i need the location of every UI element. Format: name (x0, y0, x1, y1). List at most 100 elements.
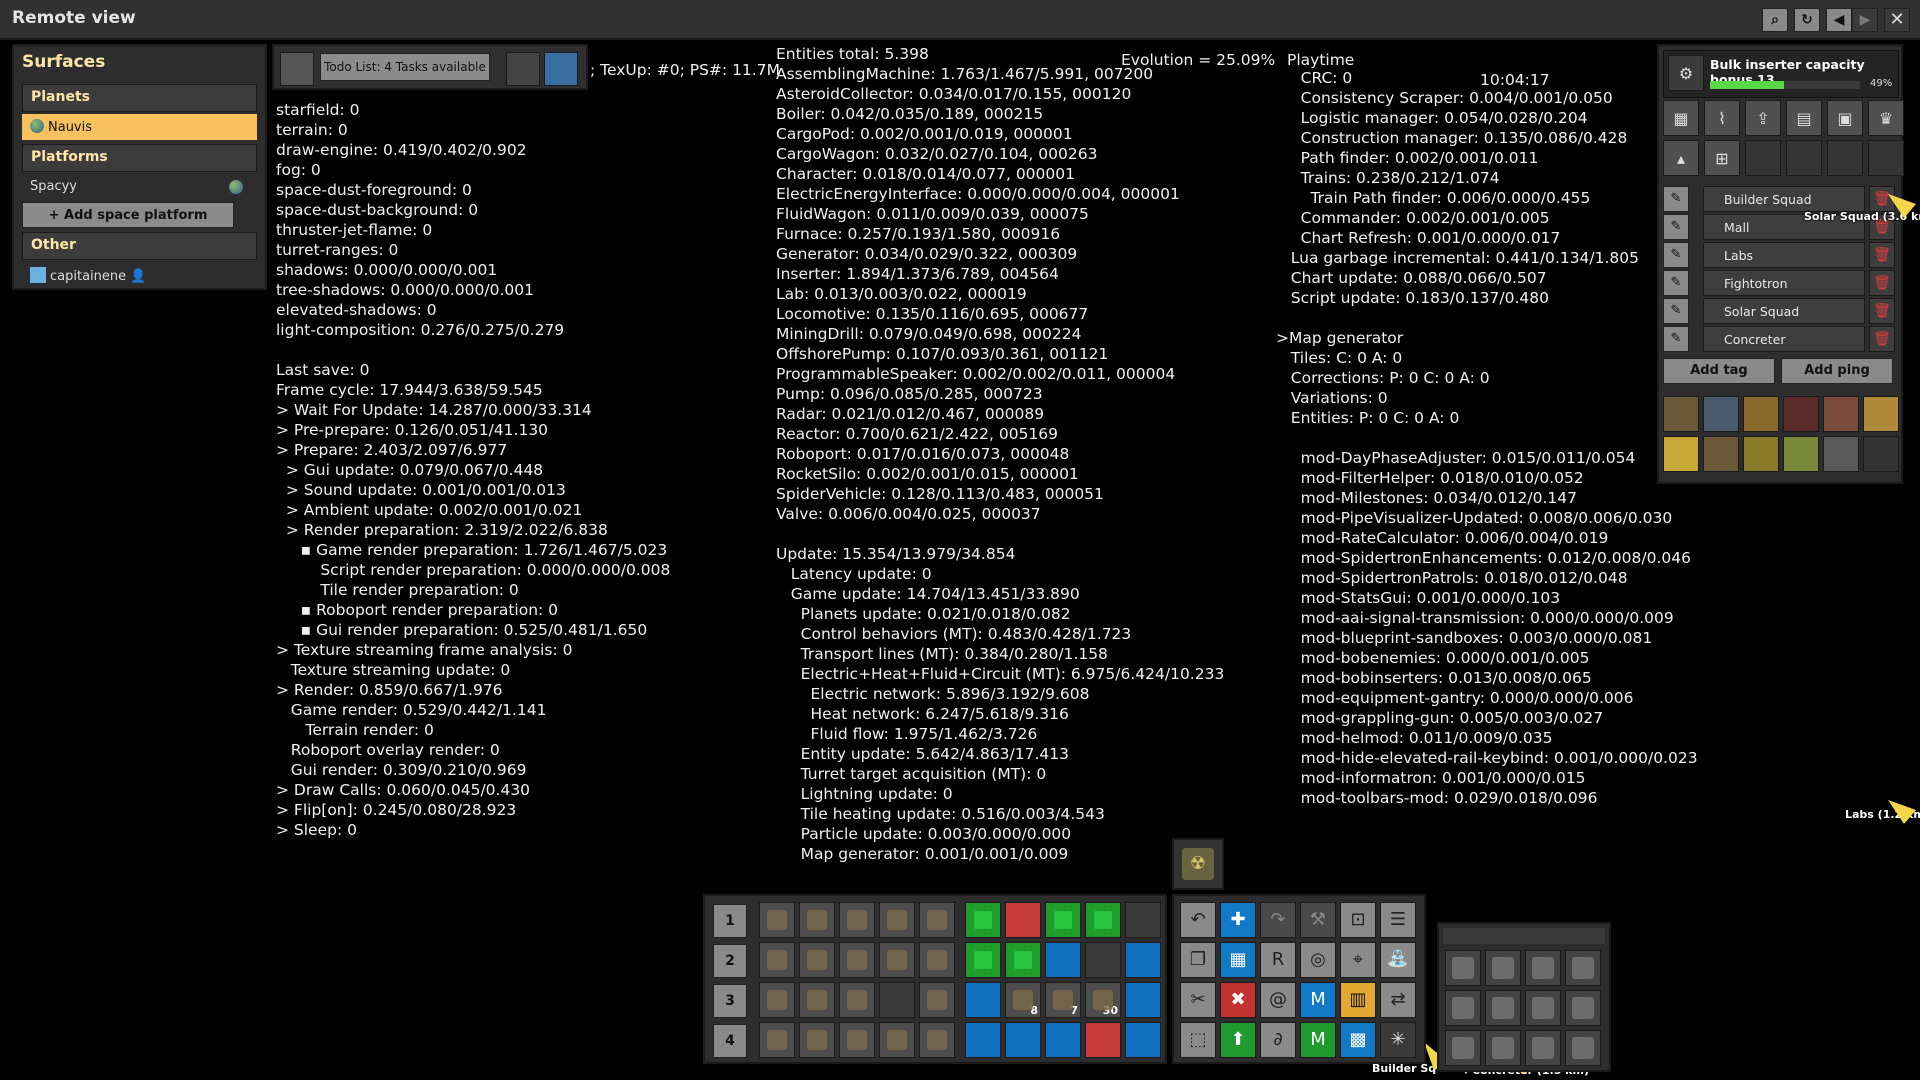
tag-label[interactable]: Solar Squad (1703, 298, 1865, 324)
quickbar-slot[interactable] (879, 982, 915, 1018)
quickbar-slot[interactable] (919, 902, 955, 938)
quickbar-slot[interactable] (799, 1022, 835, 1058)
quickbar-slot[interactable] (1125, 902, 1161, 938)
calculator-icon[interactable] (506, 52, 540, 86)
artillery-targeting-icon[interactable]: ⌖ (1340, 942, 1376, 978)
quickbar-slot[interactable] (759, 942, 795, 978)
graduation-cap-icon[interactable]: ▴ (1663, 140, 1699, 176)
network-icon[interactable]: ⊞ (1704, 140, 1740, 176)
quickbar-slot[interactable] (919, 982, 955, 1018)
pencil-icon[interactable]: ✎ (1663, 242, 1689, 268)
spidertron-icon[interactable] (1663, 396, 1699, 432)
list-icon[interactable]: ☰ (1380, 902, 1416, 938)
pencil-icon[interactable]: ✎ (1663, 186, 1689, 212)
scissors-icon[interactable]: ✂ (1180, 982, 1216, 1018)
map-icon[interactable]: ▦ (1663, 100, 1699, 136)
trash-icon[interactable]: 🗑 (1869, 242, 1895, 268)
inventory-slot[interactable] (1485, 950, 1521, 986)
quickbar-slot[interactable] (1085, 902, 1121, 938)
quickbar-slot[interactable]: 7 (1045, 982, 1081, 1018)
quickbar-slot[interactable] (1085, 1022, 1121, 1058)
quickbar-slot[interactable] (1045, 1022, 1081, 1058)
quickbar-slot[interactable] (1045, 902, 1081, 938)
copy-icon[interactable]: ❐ (1180, 942, 1216, 978)
trash-icon[interactable]: 🗑 (1869, 326, 1895, 352)
refresh-icon[interactable]: ↻ (1794, 8, 1820, 32)
trash-icon[interactable]: 🗑 (1869, 270, 1895, 296)
blueprint-book-icon[interactable]: ▦ (1220, 942, 1256, 978)
pencil-icon[interactable]: ✎ (1663, 214, 1689, 240)
quickbar-slot[interactable] (839, 1022, 875, 1058)
screenshot-icon[interactable]: ⊡ (1340, 902, 1376, 938)
inventory-slot[interactable] (1525, 1030, 1561, 1066)
swap-icon[interactable]: ⇄ (1380, 982, 1416, 1018)
quickbar-slot[interactable] (759, 902, 795, 938)
quickbar-slot[interactable] (879, 942, 915, 978)
add-ping-button[interactable]: Add ping (1781, 358, 1893, 384)
search-icon[interactable]: ⌕ (1762, 8, 1788, 32)
quickbar-slot[interactable] (965, 942, 1001, 978)
blueprint-icon[interactable]: ✚ (1220, 902, 1256, 938)
quickbar-row-3[interactable]: 3 (713, 984, 747, 1018)
close-icon[interactable]: ✕ (1884, 8, 1910, 32)
inventory-slot[interactable] (1485, 990, 1521, 1026)
rail-planner-icon[interactable]: R (1260, 942, 1296, 978)
quickbar-slot[interactable] (919, 942, 955, 978)
quickbar-slot[interactable] (919, 1022, 955, 1058)
undo-icon[interactable]: ↶ (1180, 902, 1216, 938)
quickbar-slot[interactable] (759, 982, 795, 1018)
toolbox-icon[interactable]: ▥ (1340, 982, 1376, 1018)
tag-label[interactable]: Fightotron (1703, 270, 1865, 296)
character-icon[interactable] (1863, 396, 1899, 432)
tag-label[interactable]: Concreter (1703, 326, 1865, 352)
radar-icon[interactable] (1703, 396, 1739, 432)
quickbar-slot[interactable] (965, 982, 1001, 1018)
quickbar-slot[interactable] (1005, 1022, 1041, 1058)
quickbar-slot[interactable]: 30 (1085, 982, 1121, 1018)
grapple-icon[interactable]: ∂ (1260, 1022, 1296, 1058)
quickbar-row-4[interactable]: 4 (713, 1024, 747, 1058)
add-tag-button[interactable]: Add tag (1663, 358, 1775, 384)
pencil-icon[interactable]: ✎ (1663, 298, 1689, 324)
quickbar-slot[interactable] (799, 902, 835, 938)
quickbar-slot[interactable] (1005, 942, 1041, 978)
drone-icon[interactable]: ◎ (1300, 942, 1336, 978)
quickbar-row-1[interactable]: 1 (713, 904, 747, 938)
tag-label[interactable]: Builder Squad (1703, 186, 1865, 212)
research-progress[interactable]: ⚙ Bulk inserter capacity bonus 13 49% (1663, 50, 1899, 98)
add-space-platform-button[interactable]: + Add space platform (22, 202, 234, 228)
upgrade-planner-green-icon[interactable]: M (1300, 1022, 1336, 1058)
platform-spacyy[interactable]: Spacyy (22, 174, 257, 200)
quickbar-slot[interactable] (799, 982, 835, 1018)
quickbar-slot[interactable] (839, 982, 875, 1018)
inventory-slot[interactable] (1445, 990, 1481, 1026)
tank-icon[interactable] (1783, 436, 1819, 472)
inventory-header[interactable] (1443, 928, 1605, 944)
inventory-slot[interactable] (1565, 950, 1601, 986)
book-icon[interactable]: ▤ (1786, 100, 1822, 136)
inventory-slot[interactable] (1565, 1030, 1601, 1066)
pencil-icon[interactable]: ✎ (1663, 270, 1689, 296)
inventory-slot[interactable] (1485, 1030, 1521, 1066)
forward-arrow-icon[interactable]: ▶ (1852, 8, 1878, 32)
quickbar-slot[interactable] (759, 1022, 795, 1058)
inventory-slot[interactable] (1445, 1030, 1481, 1066)
fire-icon[interactable] (1783, 396, 1819, 432)
quickbar-slot[interactable] (1045, 942, 1081, 978)
inventory-slot[interactable] (1525, 990, 1561, 1026)
quickbar-slot[interactable] (839, 902, 875, 938)
inventory-slot[interactable] (1445, 950, 1481, 986)
spider-shortcut-icon[interactable]: ✳ (1380, 1022, 1416, 1058)
quickbar-slot[interactable] (839, 942, 875, 978)
quickbar-slot[interactable]: 8 (1005, 982, 1041, 1018)
deconstruct-icon[interactable]: ✖ (1220, 982, 1256, 1018)
quickbar-slot[interactable] (879, 1022, 915, 1058)
quickbar-slot[interactable] (1125, 1022, 1161, 1058)
todo-list-button[interactable]: Todo List: 4 Tasks available (320, 53, 490, 81)
wrench-icon[interactable]: ⚒ (1300, 902, 1336, 938)
redo-icon[interactable]: ↷ (1260, 902, 1296, 938)
faucet-icon[interactable]: ⛲ (1380, 942, 1416, 978)
pencil-icon[interactable]: ✎ (1663, 326, 1689, 352)
back-arrow-icon[interactable]: ◀ (1826, 8, 1852, 32)
worm-icon[interactable] (1743, 436, 1779, 472)
